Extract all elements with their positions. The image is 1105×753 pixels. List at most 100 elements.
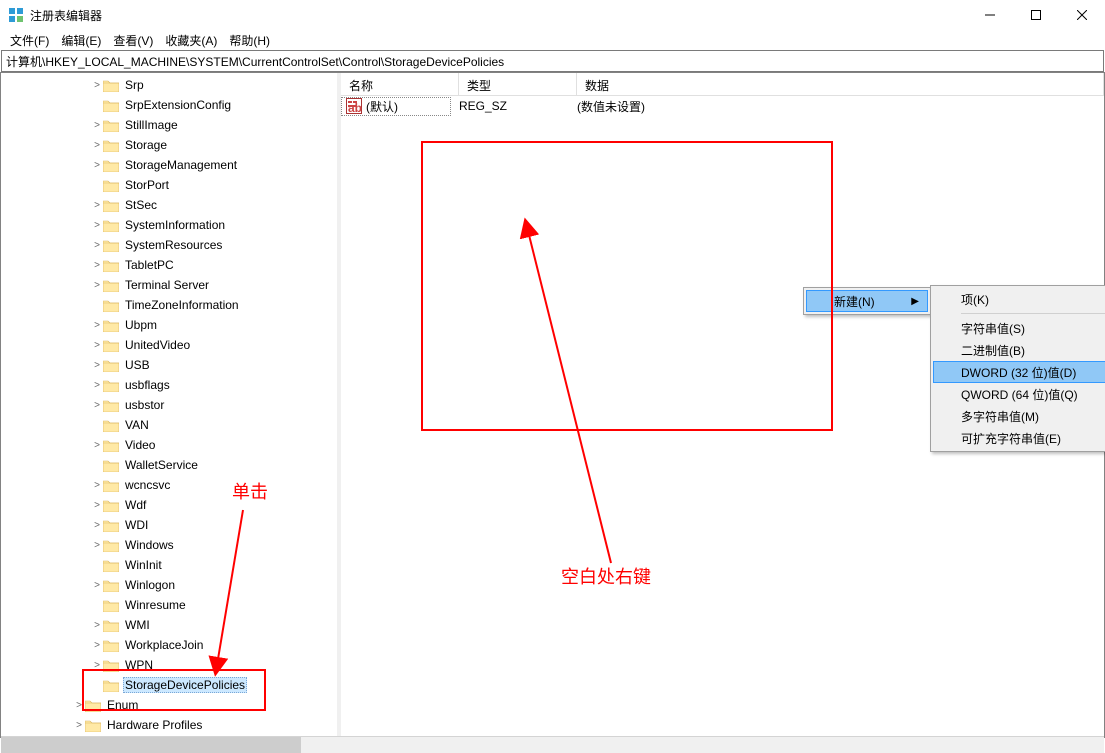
tree-twisty-icon[interactable]: > [91, 500, 103, 511]
tree-item[interactable]: >StillImage [1, 115, 337, 135]
tree-twisty-icon[interactable]: > [91, 520, 103, 531]
tree-item[interactable]: >WorkplaceJoin [1, 635, 337, 655]
tree-twisty-icon[interactable]: > [91, 660, 103, 671]
tree-twisty-icon[interactable]: > [91, 200, 103, 211]
tree-item-label: Windows [123, 537, 176, 553]
ctx-sub-item[interactable]: 项(K) [933, 288, 1105, 310]
address-bar[interactable]: 计算机\HKEY_LOCAL_MACHINE\SYSTEM\CurrentCon… [1, 50, 1104, 72]
menu-file[interactable]: 文件(F) [4, 30, 55, 51]
tree-twisty-icon[interactable]: > [91, 380, 103, 391]
folder-icon [103, 439, 119, 452]
tree-item-label: Winlogon [123, 577, 177, 593]
tree-twisty-icon[interactable]: > [91, 160, 103, 171]
tree-twisty-icon[interactable]: > [91, 620, 103, 631]
value-type: REG_SZ [451, 99, 569, 113]
tree-twisty-icon[interactable]: > [91, 260, 103, 271]
title-bar: 注册表编辑器 [0, 0, 1105, 30]
tree-twisty-icon[interactable]: > [73, 720, 85, 731]
col-type[interactable]: 类型 [459, 73, 577, 95]
menu-view[interactable]: 查看(V) [107, 30, 159, 51]
ctx-sub-item[interactable]: 二进制值(B) [933, 339, 1105, 361]
tree-twisty-icon[interactable]: > [91, 580, 103, 591]
ctx-new-label: 新建(N) [834, 293, 875, 310]
menu-edit[interactable]: 编辑(E) [55, 30, 107, 51]
folder-icon [103, 519, 119, 532]
tree-twisty-icon[interactable]: > [91, 440, 103, 451]
tree-item[interactable]: >SystemInformation [1, 215, 337, 235]
tree-item[interactable]: > Winlogon [1, 575, 337, 595]
tree-item-label: UnitedVideo [123, 337, 192, 353]
tree-twisty-icon[interactable]: > [91, 340, 103, 351]
tree-item[interactable]: >usbstor [1, 395, 337, 415]
tree-twisty-icon[interactable]: > [91, 540, 103, 551]
ctx-sub-item[interactable]: 多字符串值(M) [933, 405, 1105, 427]
tree-item[interactable]: >SystemResources [1, 235, 337, 255]
col-data[interactable]: 数据 [577, 73, 1104, 95]
tree-item[interactable]: >StSec [1, 195, 337, 215]
tree-twisty-icon[interactable]: > [91, 140, 103, 151]
annotation-box-listarea [421, 141, 833, 431]
submenu-arrow-icon: ▶ [911, 296, 919, 307]
tree-item[interactable]: >USB [1, 355, 337, 375]
tree-item[interactable]: >Hardware Profiles [1, 715, 337, 735]
tree-item[interactable]: > TabletPC [1, 255, 337, 275]
tree-twisty-icon[interactable]: > [91, 220, 103, 231]
tree-twisty-icon[interactable]: > [91, 280, 103, 291]
ctx-sub-item[interactable]: QWORD (64 位)值(Q) [933, 383, 1105, 405]
context-menu[interactable]: 新建(N) ▶ 项(K)字符串值(S)二进制值(B)DWORD (32 位)值(… [803, 287, 931, 315]
tree-item[interactable]: > Windows [1, 535, 337, 555]
tree-item[interactable]: >StorPort [1, 175, 337, 195]
address-text: 计算机\HKEY_LOCAL_MACHINE\SYSTEM\CurrentCon… [6, 53, 504, 70]
tree-twisty-icon[interactable]: > [91, 640, 103, 651]
tree-twisty-icon[interactable]: > [91, 360, 103, 371]
tree-item[interactable]: > UnitedVideo [1, 335, 337, 355]
tree-item[interactable]: >Wdf [1, 495, 337, 515]
value-name: (默认) [366, 98, 398, 115]
tree-item[interactable]: >StorageDevicePolicies [1, 675, 337, 695]
menu-favorites[interactable]: 收藏夹(A) [159, 30, 223, 51]
tree-item[interactable]: >Storage [1, 135, 337, 155]
tree-twisty-icon[interactable]: > [91, 80, 103, 91]
tree-item[interactable]: >TimeZoneInformation [1, 295, 337, 315]
ctx-sub-item[interactable]: DWORD (32 位)值(D) [933, 361, 1105, 383]
tree-item[interactable]: >Terminal Server [1, 275, 337, 295]
col-name[interactable]: 名称 [341, 73, 459, 95]
tree-item[interactable]: >StorageManagement [1, 155, 337, 175]
tree-item[interactable]: >SrpExtensionConfig [1, 95, 337, 115]
tree-item[interactable]: >Winresume [1, 595, 337, 615]
tree-item[interactable]: >VAN [1, 415, 337, 435]
tree-twisty-icon[interactable]: > [91, 400, 103, 411]
tree-twisty-icon[interactable]: > [73, 700, 85, 711]
tree-item[interactable]: >WinInit [1, 555, 337, 575]
list-row[interactable]: (默认) REG_SZ (数值未设置) [341, 96, 1104, 116]
ctx-sub-item[interactable]: 可扩充字符串值(E) [933, 427, 1105, 449]
horizontal-scrollbar[interactable] [1, 736, 1104, 753]
list-pane[interactable]: 名称 类型 数据 (默认) REG_SZ (数值未设置) 新建(N) ▶ 项(K… [341, 72, 1105, 738]
context-submenu[interactable]: 项(K) 字符串值(S)二进制值(B)DWORD (32 位)值(D)QWORD … [930, 285, 1105, 452]
tree-item[interactable]: >WPN [1, 655, 337, 675]
tree-item[interactable]: > Srp [1, 75, 337, 95]
tree-item[interactable]: >Video [1, 435, 337, 455]
maximize-button[interactable] [1013, 0, 1059, 30]
tree-twisty-icon[interactable]: > [91, 120, 103, 131]
tree-twisty-icon[interactable]: > [91, 480, 103, 491]
tree-twisty-icon[interactable]: > [91, 240, 103, 251]
tree-pane[interactable]: >Srp>SrpExtensionConfig>StillImage>Stora… [0, 72, 337, 738]
folder-icon [103, 559, 119, 572]
tree-item[interactable]: >Enum [1, 695, 337, 715]
tree-item[interactable]: >usbflags [1, 375, 337, 395]
close-button[interactable] [1059, 0, 1105, 30]
tree-twisty-icon[interactable]: > [91, 320, 103, 331]
tree-item-label: TabletPC [123, 257, 176, 273]
ctx-new[interactable]: 新建(N) ▶ [806, 290, 928, 312]
ctx-sub-item[interactable]: 字符串值(S) [933, 317, 1105, 339]
tree-item-label: Srp [123, 77, 146, 93]
tree-item[interactable]: >WDI [1, 515, 337, 535]
tree-item[interactable]: >wcncsvc [1, 475, 337, 495]
minimize-button[interactable] [967, 0, 1013, 30]
folder-icon [103, 139, 119, 152]
tree-item[interactable]: >Ubpm [1, 315, 337, 335]
tree-item[interactable]: >WalletService [1, 455, 337, 475]
tree-item[interactable]: >WMI [1, 615, 337, 635]
menu-help[interactable]: 帮助(H) [223, 30, 276, 51]
